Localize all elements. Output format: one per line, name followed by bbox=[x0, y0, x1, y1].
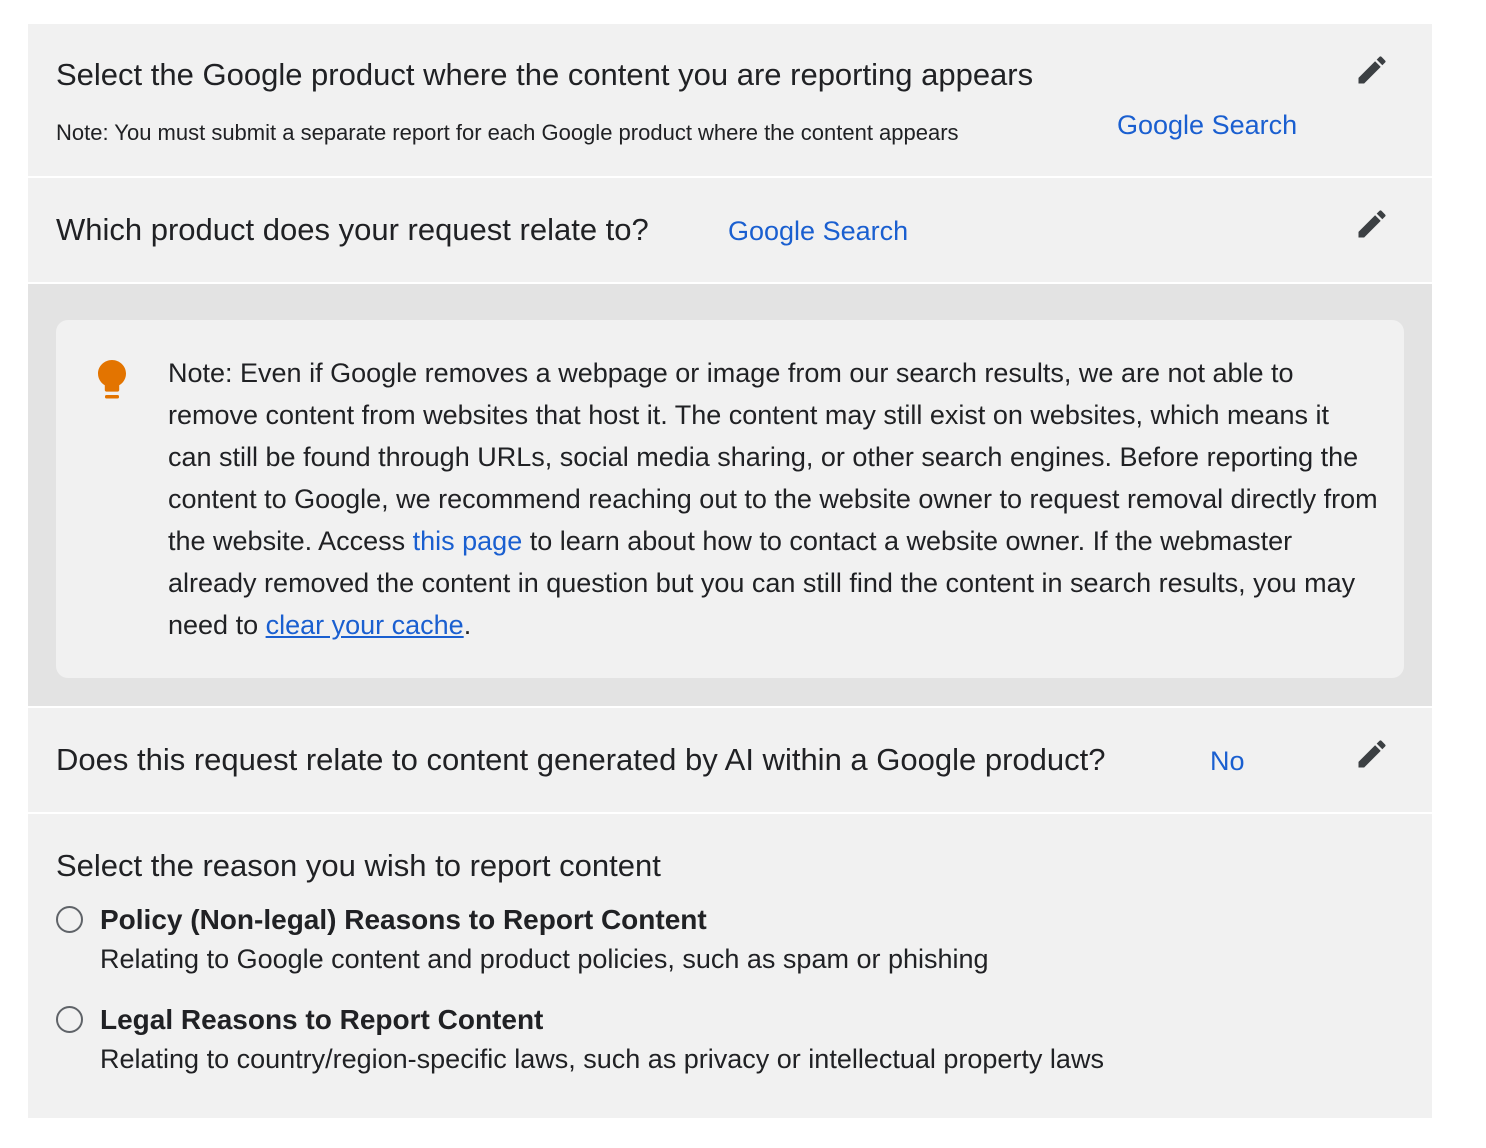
edit-product-button[interactable] bbox=[1354, 52, 1390, 88]
relate-question-section: Which product does your request relate t… bbox=[28, 178, 1432, 282]
product-question-title: Select the Google product where the cont… bbox=[56, 57, 1034, 92]
ai-question-answer[interactable]: No bbox=[1210, 744, 1245, 778]
this-page-link[interactable]: this page bbox=[413, 526, 523, 556]
edit-ai-button[interactable] bbox=[1354, 736, 1390, 772]
info-note-text: Note: Even if Google removes a webpage o… bbox=[168, 352, 1378, 646]
info-note-section: Note: Even if Google removes a webpage o… bbox=[28, 284, 1432, 706]
clear-cache-link[interactable]: clear your cache bbox=[266, 610, 464, 640]
reason-question-section: Select the reason you wish to report con… bbox=[28, 814, 1432, 1118]
product-question-note: Note: You must submit a separate report … bbox=[56, 120, 959, 145]
policy-reason-label[interactable]: Policy (Non-legal) Reasons to Report Con… bbox=[100, 902, 707, 938]
note-text-part3: . bbox=[463, 610, 472, 640]
pencil-icon bbox=[1358, 740, 1386, 768]
pencil-icon bbox=[1358, 56, 1386, 84]
relate-question-title: Which product does your request relate t… bbox=[56, 212, 649, 247]
pencil-icon bbox=[1358, 210, 1386, 238]
policy-reason-radio[interactable] bbox=[56, 906, 83, 933]
ai-question-title: Does this request relate to content gene… bbox=[56, 742, 1106, 777]
product-question-section: Select the Google product where the cont… bbox=[28, 24, 1432, 176]
legal-reason-label[interactable]: Legal Reasons to Report Content bbox=[100, 1002, 543, 1038]
edit-relate-button[interactable] bbox=[1354, 206, 1390, 242]
lightbulb-icon bbox=[96, 358, 128, 402]
ai-question-section: Does this request relate to content gene… bbox=[28, 708, 1432, 812]
reason-question-title: Select the reason you wish to report con… bbox=[56, 848, 661, 883]
legal-reason-radio[interactable] bbox=[56, 1006, 83, 1033]
info-note-box: Note: Even if Google removes a webpage o… bbox=[56, 320, 1404, 678]
legal-reason-description: Relating to country/region-specific laws… bbox=[100, 1044, 1104, 1074]
relate-question-answer[interactable]: Google Search bbox=[728, 214, 908, 248]
product-question-answer[interactable]: Google Search bbox=[1117, 108, 1297, 142]
policy-reason-description: Relating to Google content and product p… bbox=[100, 944, 989, 974]
